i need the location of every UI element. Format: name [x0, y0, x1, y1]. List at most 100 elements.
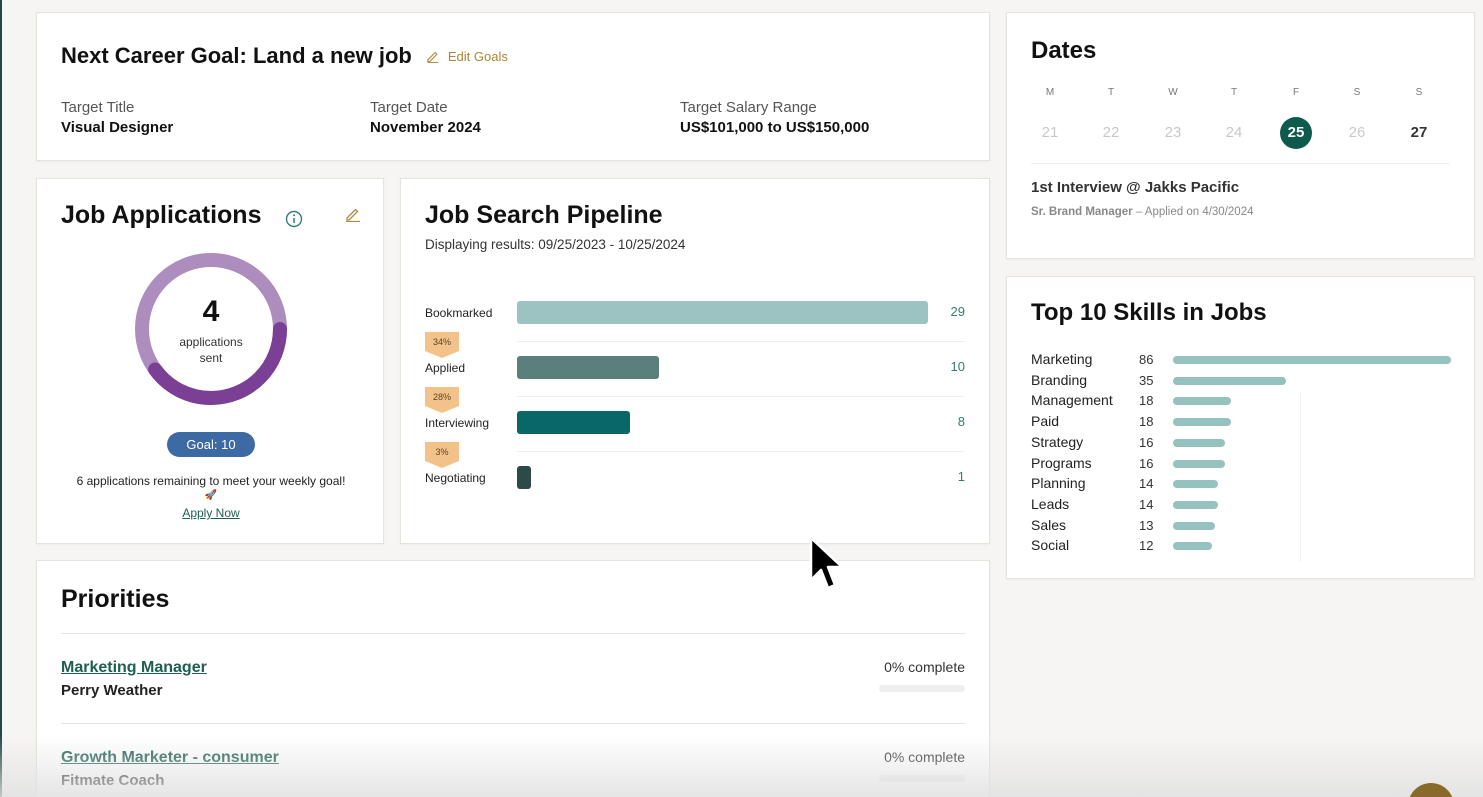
- job-applications-title: Job Applications: [61, 201, 262, 229]
- calendar-day[interactable]: 21: [1034, 117, 1066, 149]
- pipeline-stage-label: Applied: [425, 361, 466, 375]
- pipeline-stage-label: Interviewing: [425, 416, 490, 430]
- priority-progress-bar: [879, 685, 965, 692]
- apply-now-link[interactable]: Apply Now: [37, 506, 385, 520]
- calendar-day[interactable]: 22: [1095, 117, 1127, 149]
- conversion-rate: 3%: [435, 447, 449, 457]
- conversion-rate: 28%: [432, 392, 451, 402]
- pipeline-value: 8: [957, 414, 965, 429]
- skill-count: 14: [1139, 496, 1154, 512]
- priority-progress-bar: [879, 775, 965, 782]
- skill-name: Programs: [1031, 454, 1092, 471]
- skill-count: 12: [1139, 538, 1154, 554]
- skill-count: 35: [1139, 372, 1154, 388]
- skill-name: Marketing: [1031, 351, 1093, 367]
- top-skills-card: Top 10 Skills in Jobs Marketing 86 Brandin…: [1006, 276, 1475, 579]
- priority-company: Fitmate Coach: [61, 772, 165, 789]
- calendar-day[interactable]: 24: [1218, 117, 1250, 149]
- pipeline-bar[interactable]: [517, 466, 531, 489]
- pipeline-bar[interactable]: [517, 301, 928, 324]
- skill-name: Paid: [1031, 413, 1060, 430]
- calendar-day[interactable]: 27: [1403, 117, 1435, 149]
- priority-company: Perry Weather: [61, 682, 163, 699]
- priority-progress-text: 0% complete: [884, 659, 965, 675]
- pipeline-value: 10: [950, 359, 965, 374]
- pipeline-stage-label: Negotiating: [425, 471, 486, 485]
- target-date-value: November 2024: [370, 119, 481, 136]
- target-date-field: Target Date November 2024: [370, 99, 481, 136]
- calendar-day-selected[interactable]: 25: [1280, 117, 1312, 149]
- skill-count: 86: [1139, 352, 1154, 367]
- skill-name: Branding: [1031, 371, 1088, 388]
- target-salary-field: Target Salary Range US$101,000 to US$150…: [680, 99, 869, 136]
- target-salary-value: US$101,000 to US$150,000: [680, 119, 870, 136]
- target-title-field: Target Title Visual Designer: [61, 99, 173, 136]
- skill-name: Management: [1031, 392, 1113, 409]
- skill-bar: [1173, 542, 1212, 551]
- target-salary-label: Target Salary Range: [680, 99, 817, 116]
- event-subtitle: Sr. Brand Manager – Applied on 4/30/2024: [1031, 206, 1253, 218]
- skill-count: 14: [1139, 476, 1154, 492]
- skill-count: 16: [1139, 455, 1154, 471]
- skill-count: 13: [1139, 517, 1154, 533]
- pipeline-title: Job Search Pipeline: [425, 201, 663, 229]
- event-meta: – Applied on 4/30/2024: [1132, 206, 1254, 218]
- divider: [517, 341, 965, 342]
- count-label-line-1: applications: [179, 335, 243, 349]
- skill-name: Leads: [1031, 495, 1070, 512]
- help-button[interactable]: [1408, 783, 1454, 797]
- skill-bar: [1173, 376, 1286, 385]
- conversion-rate: 34%: [432, 337, 451, 347]
- skill-count: 18: [1139, 393, 1154, 409]
- dates-card: Dates M 21 T 22 W 23 T 24 F 25 S 26 S 27 1st Intervie…: [1006, 12, 1475, 259]
- pipeline-value: 1: [957, 469, 965, 484]
- skill-bar: [1173, 500, 1218, 509]
- skill-name: Strategy: [1031, 433, 1084, 450]
- skill-name: Social: [1031, 537, 1070, 554]
- priorities-title: Priorities: [61, 585, 170, 613]
- calendar-weekday: T: [1107, 87, 1115, 98]
- target-title-value: Visual Designer: [61, 119, 174, 136]
- pipeline-bar[interactable]: [517, 356, 659, 379]
- edit-goals-link[interactable]: Edit Goals: [448, 49, 508, 64]
- priority-job-title[interactable]: Growth Marketer - consumer: [61, 749, 279, 767]
- calendar-weekday: M: [1045, 87, 1055, 98]
- target-title-label: Target Title: [61, 99, 135, 116]
- skills-title: Top 10 Skills in Jobs: [1031, 299, 1267, 326]
- pipeline-date-range: Displaying results: 09/25/2023 - 10/25/2…: [425, 237, 686, 252]
- pencil-icon[interactable]: [426, 49, 440, 63]
- job-applications-card: Job Applications 4 applications sent Goa…: [36, 178, 384, 544]
- applications-count-label: applications sent: [161, 334, 261, 366]
- pipeline-bar[interactable]: [517, 411, 630, 434]
- skill-count: 18: [1139, 414, 1154, 430]
- skill-bar: [1173, 459, 1225, 468]
- skill-name: Planning: [1031, 475, 1086, 492]
- skill-bar: [1173, 418, 1231, 427]
- calendar-weekday: F: [1292, 87, 1300, 98]
- pipeline-stage-label: Bookmarked: [425, 306, 493, 320]
- priority-job-title[interactable]: Marketing Manager: [61, 659, 207, 677]
- skill-bar: [1173, 521, 1215, 530]
- target-date-label: Target Date: [370, 99, 448, 116]
- window-edge: [0, 0, 2, 797]
- applications-count: 4: [202, 295, 220, 328]
- priority-progress-text: 0% complete: [884, 749, 965, 765]
- calendar-day[interactable]: 26: [1341, 117, 1373, 149]
- rocket-icon: 🚀: [204, 490, 218, 501]
- calendar-weekday: T: [1230, 87, 1238, 98]
- event-role: Sr. Brand Manager: [1031, 206, 1133, 218]
- pencil-icon[interactable]: [345, 206, 361, 222]
- event-title[interactable]: 1st Interview @ Jakks Pacific: [1031, 179, 1239, 196]
- skill-bar: [1173, 438, 1225, 447]
- conversion-badge: 3%: [425, 442, 459, 468]
- divider: [61, 723, 965, 724]
- info-icon[interactable]: [285, 210, 303, 228]
- conversion-badge: 28%: [425, 387, 459, 413]
- skill-count: 16: [1139, 434, 1154, 450]
- skill-name: Sales: [1031, 516, 1067, 533]
- dates-title: Dates: [1031, 37, 1097, 64]
- divider: [1031, 163, 1450, 164]
- calendar-day[interactable]: 23: [1157, 117, 1189, 149]
- skill-bar: [1173, 480, 1218, 489]
- divider: [61, 633, 965, 634]
